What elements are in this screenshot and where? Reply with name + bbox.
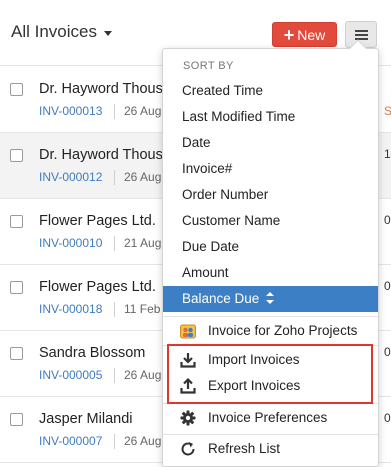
amount-edge: 1 (384, 147, 391, 161)
sort-option-created-time[interactable]: Created Time (163, 78, 378, 104)
menu-divider (163, 316, 378, 317)
invoice-number-link[interactable]: INV-000005 (39, 368, 102, 382)
caret-down-icon (103, 30, 112, 36)
menu-divider (163, 434, 378, 435)
zoho-projects-icon (180, 324, 196, 339)
amount-edge: 0 (384, 411, 391, 425)
export-icon (180, 378, 196, 394)
customer-name: Flower Pages Ltd. (39, 279, 156, 295)
invoice-number-link[interactable]: INV-000012 (39, 170, 102, 184)
invoice-preferences-item[interactable]: Invoice Preferences (163, 405, 378, 431)
sort-option-label: Balance Due (182, 291, 260, 306)
invoice-number-link[interactable]: INV-000013 (39, 104, 102, 118)
amount-edge: 0 (384, 279, 391, 293)
import-invoices-item[interactable]: Import Invoices (163, 347, 378, 373)
menu-divider (163, 345, 378, 346)
import-invoices-label: Import Invoices (208, 352, 300, 367)
invoice-date: 11 Feb (114, 302, 160, 317)
row-checkbox[interactable] (10, 83, 23, 96)
invoice-number-link[interactable]: INV-000010 (39, 236, 102, 250)
zoho-projects-label: Invoice for Zoho Projects (208, 323, 358, 338)
sort-option-due-date[interactable]: Due Date (163, 234, 378, 260)
row-checkbox[interactable] (10, 149, 23, 162)
sort-option-amount[interactable]: Amount (163, 260, 378, 286)
sort-option-date[interactable]: Date (163, 130, 378, 156)
invoice-preferences-label: Invoice Preferences (208, 410, 328, 425)
sort-option-customer-name[interactable]: Customer Name (163, 208, 378, 234)
import-icon (180, 353, 196, 368)
invoice-date: 26 Aug (114, 104, 161, 119)
invoice-date: 26 Aug (114, 170, 161, 185)
invoice-for-zoho-projects-item[interactable]: Invoice for Zoho Projects (163, 318, 378, 344)
refresh-list-item[interactable]: Refresh List (163, 436, 378, 462)
view-selector[interactable]: All Invoices (11, 22, 112, 42)
row-checkbox[interactable] (10, 413, 23, 426)
invoice-date: 21 Aug (114, 236, 161, 251)
invoice-number-link[interactable]: INV-000018 (39, 302, 102, 316)
new-button-label: New (297, 26, 326, 43)
export-invoices-item[interactable]: Export Invoices (163, 373, 378, 399)
hamburger-menu-icon (355, 30, 368, 32)
gear-icon (180, 410, 196, 426)
sort-arrows-icon (266, 292, 275, 304)
customer-name: Dr. Hayword Thous (39, 147, 163, 163)
sort-option-order-number[interactable]: Order Number (163, 182, 378, 208)
customer-name: Sandra Blossom (39, 345, 146, 361)
row-checkbox[interactable] (10, 281, 23, 294)
sort-by-header: SORT BY (183, 60, 234, 72)
status-icon: S (384, 104, 391, 118)
refresh-icon (181, 442, 195, 456)
row-checkbox[interactable] (10, 215, 23, 228)
invoice-number-link[interactable]: INV-000007 (39, 434, 102, 448)
refresh-list-label: Refresh List (208, 441, 281, 456)
customer-name: Flower Pages Ltd. (39, 213, 156, 229)
sort-option-balance-due[interactable]: Balance Due (163, 286, 378, 312)
amount-edge: 0 (384, 345, 391, 359)
plus-icon: + (283, 24, 295, 45)
row-checkbox[interactable] (10, 347, 23, 360)
customer-name: Dr. Hayword Thous (39, 81, 163, 97)
new-invoice-button[interactable]: + New (272, 22, 337, 47)
options-dropdown: SORT BY Created Time Last Modified Time … (162, 39, 379, 467)
customer-name: Jasper Milandi (39, 411, 133, 427)
menu-divider (163, 403, 378, 404)
amount-edge: 0 (384, 213, 391, 227)
sort-option-invoice-number[interactable]: Invoice# (163, 156, 378, 182)
invoice-date: 26 Aug (114, 368, 161, 383)
invoice-date: 26 Aug (114, 434, 161, 449)
page-title: All Invoices (11, 22, 97, 41)
export-invoices-label: Export Invoices (208, 378, 301, 393)
sort-option-last-modified-time[interactable]: Last Modified Time (163, 104, 378, 130)
